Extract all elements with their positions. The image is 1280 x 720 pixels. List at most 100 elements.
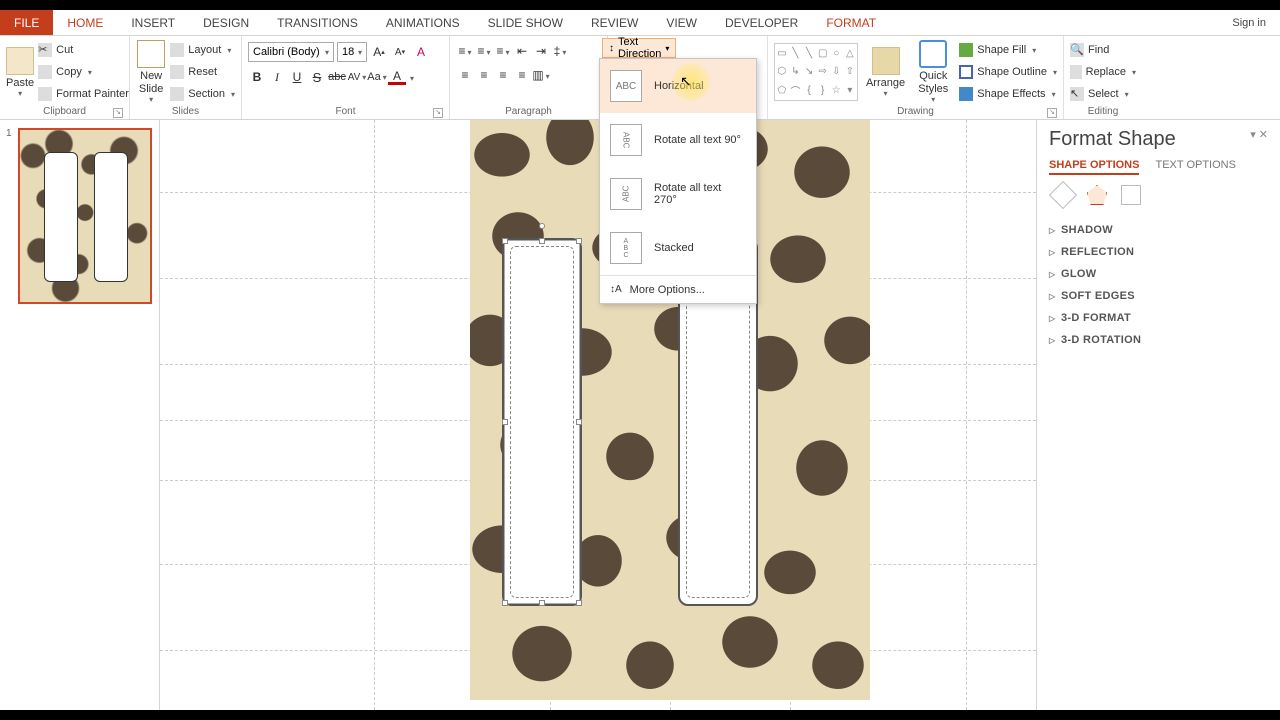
- section-reflection[interactable]: REFLECTION: [1049, 241, 1268, 263]
- shrink-font-button[interactable]: A▾: [391, 43, 409, 61]
- font-name-combo[interactable]: Calibri (Body)▾: [248, 42, 334, 62]
- resize-handle[interactable]: [539, 600, 545, 606]
- sign-in-link[interactable]: Sign in: [1218, 10, 1280, 35]
- tab-review[interactable]: REVIEW: [577, 10, 652, 35]
- tab-view[interactable]: VIEW: [652, 10, 711, 35]
- char-spacing-button[interactable]: AV: [348, 68, 366, 86]
- increase-indent-button[interactable]: ⇥: [532, 42, 550, 60]
- align-center-button[interactable]: ≡: [475, 66, 493, 84]
- tab-developer[interactable]: DEVELOPER: [711, 10, 812, 35]
- ribbon: Paste ▾ ✂Cut Copy Format Painter Clipboa…: [0, 36, 1280, 120]
- slide-number: 1: [6, 128, 12, 139]
- new-slide-button[interactable]: New Slide ▾: [136, 38, 166, 106]
- line-spacing-button[interactable]: ‡: [551, 42, 569, 60]
- tab-animations[interactable]: ANIMATIONS: [372, 10, 474, 35]
- reset-icon: [170, 65, 184, 79]
- section-button[interactable]: Section: [170, 84, 235, 104]
- shape-fill-button[interactable]: Shape Fill: [959, 40, 1057, 60]
- paste-button[interactable]: Paste ▾: [6, 38, 34, 106]
- align-left-button[interactable]: ≡: [456, 66, 474, 84]
- shape-outline-button[interactable]: Shape Outline: [959, 62, 1057, 82]
- tab-file[interactable]: FILE: [0, 10, 53, 35]
- resize-handle[interactable]: [502, 600, 508, 606]
- rotation-handle[interactable]: [539, 223, 545, 229]
- text-direction-horizontal[interactable]: ABC Horizontal ↖: [600, 59, 756, 113]
- arrange-icon: [872, 47, 900, 75]
- slides-group-label: Slides: [136, 106, 235, 119]
- grow-font-button[interactable]: A▴: [370, 43, 388, 61]
- quick-styles-icon: [919, 40, 947, 68]
- selection-outline: [504, 240, 580, 604]
- text-direction-stacked[interactable]: ABC Stacked: [600, 221, 756, 275]
- copy-button[interactable]: Copy: [38, 62, 129, 82]
- tab-slideshow[interactable]: SLIDE SHOW: [474, 10, 577, 35]
- new-slide-icon: [137, 40, 165, 68]
- tab-insert[interactable]: INSERT: [117, 10, 189, 35]
- decrease-indent-button[interactable]: ⇤: [513, 42, 531, 60]
- underline-button[interactable]: U: [288, 68, 306, 86]
- drawing-launcher[interactable]: ↘: [1047, 108, 1057, 118]
- panel-tab-shape-options[interactable]: SHAPE OPTIONS: [1049, 159, 1139, 175]
- text-direction-rotate270[interactable]: ABC Rotate all text 270°: [600, 167, 756, 221]
- find-button[interactable]: 🔍Find: [1070, 40, 1136, 60]
- select-icon: ↖: [1070, 87, 1084, 101]
- section-soft-edges[interactable]: SOFT EDGES: [1049, 285, 1268, 307]
- arrange-button[interactable]: Arrange▾: [864, 47, 908, 98]
- resize-handle[interactable]: [502, 419, 508, 425]
- select-button[interactable]: ↖Select: [1070, 84, 1136, 104]
- shape-effects-button[interactable]: Shape Effects: [959, 84, 1057, 104]
- resize-handle[interactable]: [576, 600, 582, 606]
- text-direction-button[interactable]: ↕ Text Direction ▾: [602, 38, 676, 58]
- tab-format[interactable]: FORMAT: [812, 10, 890, 35]
- italic-button[interactable]: I: [268, 68, 286, 86]
- font-launcher[interactable]: ↘: [433, 108, 443, 118]
- copy-icon: [38, 65, 52, 79]
- paragraph-group-label: Paragraph: [505, 106, 552, 117]
- bullets-button[interactable]: ≡: [456, 42, 474, 60]
- text-direction-rotate90[interactable]: ABC Rotate all text 90°: [600, 113, 756, 167]
- text-direction-more-options[interactable]: ↕A More Options...: [600, 275, 756, 303]
- shapes-gallery[interactable]: ▭╲╲▢○△ ⬡↳↘⇨⇩⇧ ⬠⌒{}☆▾: [774, 43, 858, 101]
- panel-close-button[interactable]: ▾ ✕: [1250, 128, 1268, 141]
- strikethrough-button[interactable]: abc: [328, 68, 346, 86]
- text-direction-more-icon: ↕A: [610, 284, 622, 295]
- resize-handle[interactable]: [576, 238, 582, 244]
- tab-home[interactable]: HOME: [53, 10, 117, 35]
- numbering-button[interactable]: ≡: [475, 42, 493, 60]
- fill-line-icon[interactable]: [1049, 181, 1077, 209]
- size-props-icon[interactable]: [1121, 185, 1141, 205]
- tab-design[interactable]: DESIGN: [189, 10, 263, 35]
- effects-icon[interactable]: [1087, 185, 1107, 205]
- replace-button[interactable]: Replace: [1070, 62, 1136, 82]
- section-3d-rotation[interactable]: 3-D ROTATION: [1049, 329, 1268, 351]
- font-size-combo[interactable]: 18▾: [337, 42, 367, 62]
- clipboard-launcher[interactable]: ↘: [113, 108, 123, 118]
- change-case-button[interactable]: Aa: [368, 68, 386, 86]
- shadow-text-button[interactable]: S: [308, 68, 326, 86]
- columns-button[interactable]: ▥: [532, 66, 550, 84]
- reset-button[interactable]: Reset: [170, 62, 235, 82]
- font-color-button[interactable]: A: [388, 69, 406, 85]
- cut-button[interactable]: ✂Cut: [38, 40, 129, 60]
- section-icon: [170, 87, 184, 101]
- layout-button[interactable]: Layout: [170, 40, 235, 60]
- section-glow[interactable]: GLOW: [1049, 263, 1268, 285]
- brush-icon: [38, 87, 52, 101]
- resize-handle[interactable]: [539, 238, 545, 244]
- tab-transitions[interactable]: TRANSITIONS: [263, 10, 372, 35]
- bold-button[interactable]: B: [248, 68, 266, 86]
- section-shadow[interactable]: SHADOW: [1049, 219, 1268, 241]
- resize-handle[interactable]: [576, 419, 582, 425]
- panel-tab-text-options[interactable]: TEXT OPTIONS: [1155, 159, 1235, 175]
- align-right-button[interactable]: ≡: [494, 66, 512, 84]
- slide-thumbnail-1[interactable]: [18, 128, 152, 304]
- format-painter-button[interactable]: Format Painter: [38, 84, 129, 104]
- slide-canvas[interactable]: [160, 120, 1036, 710]
- rotate270-thumb-icon: ABC: [610, 178, 642, 210]
- list-level-button[interactable]: ≡: [494, 42, 512, 60]
- justify-button[interactable]: ≡: [513, 66, 531, 84]
- clear-formatting-button[interactable]: A: [412, 43, 430, 61]
- resize-handle[interactable]: [502, 238, 508, 244]
- quick-styles-button[interactable]: Quick Styles▾: [913, 40, 953, 103]
- section-3d-format[interactable]: 3-D FORMAT: [1049, 307, 1268, 329]
